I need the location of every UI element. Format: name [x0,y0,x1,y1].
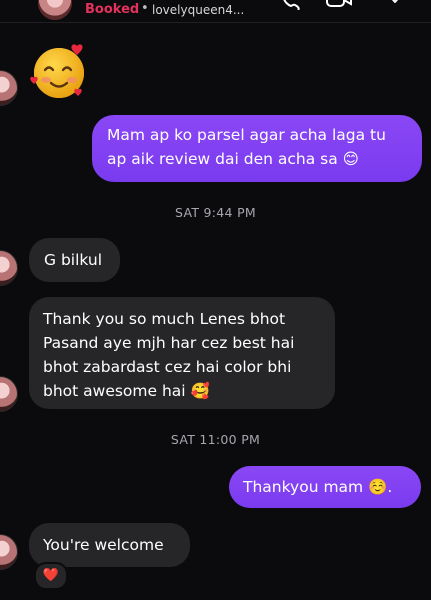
heart-icon[interactable] [382,0,408,10]
video-icon[interactable] [326,0,352,10]
emoji-message[interactable] [30,40,92,102]
message-line: Pasand aye mjh har cez best hai [43,334,295,352]
username[interactable]: lovelyqueen4... [152,3,244,17]
message-text: You're welcome [43,536,164,554]
message-line: Thank you so much Lenes bhot [43,310,286,328]
heart-reaction[interactable]: ❤️ [34,562,68,590]
incoming-message[interactable]: You're welcome [29,523,190,567]
sender-avatar[interactable] [0,534,18,570]
heart-reaction-icon: ❤️ [42,568,60,583]
sender-avatar[interactable] [0,250,18,286]
separator-dot: • [141,1,149,16]
message-text: Thankyou mam ☺️. [243,478,393,496]
smiling-hearts-emoji-icon [30,44,84,98]
message-line: Mam ap ko parsel agar acha laga tu [107,126,386,144]
outgoing-message[interactable]: Mam ap ko parsel agar acha laga tu ap ai… [92,115,422,182]
sender-avatar[interactable] [0,376,18,412]
message-line: ap aik review dai den acha sa 😊 [107,150,359,168]
timestamp: SAT 11:00 PM [170,432,261,447]
sender-avatar[interactable] [0,70,18,106]
phone-icon[interactable] [276,0,302,10]
chat-header: Booked • lovelyqueen4... [0,0,431,22]
header-avatar[interactable] [38,0,72,20]
header-divider [0,22,431,23]
timestamp: SAT 9:44 PM [174,205,257,220]
outgoing-message[interactable]: Thankyou mam ☺️. [229,466,421,508]
message-text: G bilkul [44,251,103,269]
incoming-message[interactable]: Thank you so much Lenes bhot Pasand aye … [29,297,335,409]
incoming-message[interactable]: G bilkul [29,238,120,282]
message-line: bhot zabardast cez hai color bhi [43,358,292,376]
message-line: bhot awesome hai 🥰 [43,382,210,400]
booked-status: Booked [85,2,140,17]
